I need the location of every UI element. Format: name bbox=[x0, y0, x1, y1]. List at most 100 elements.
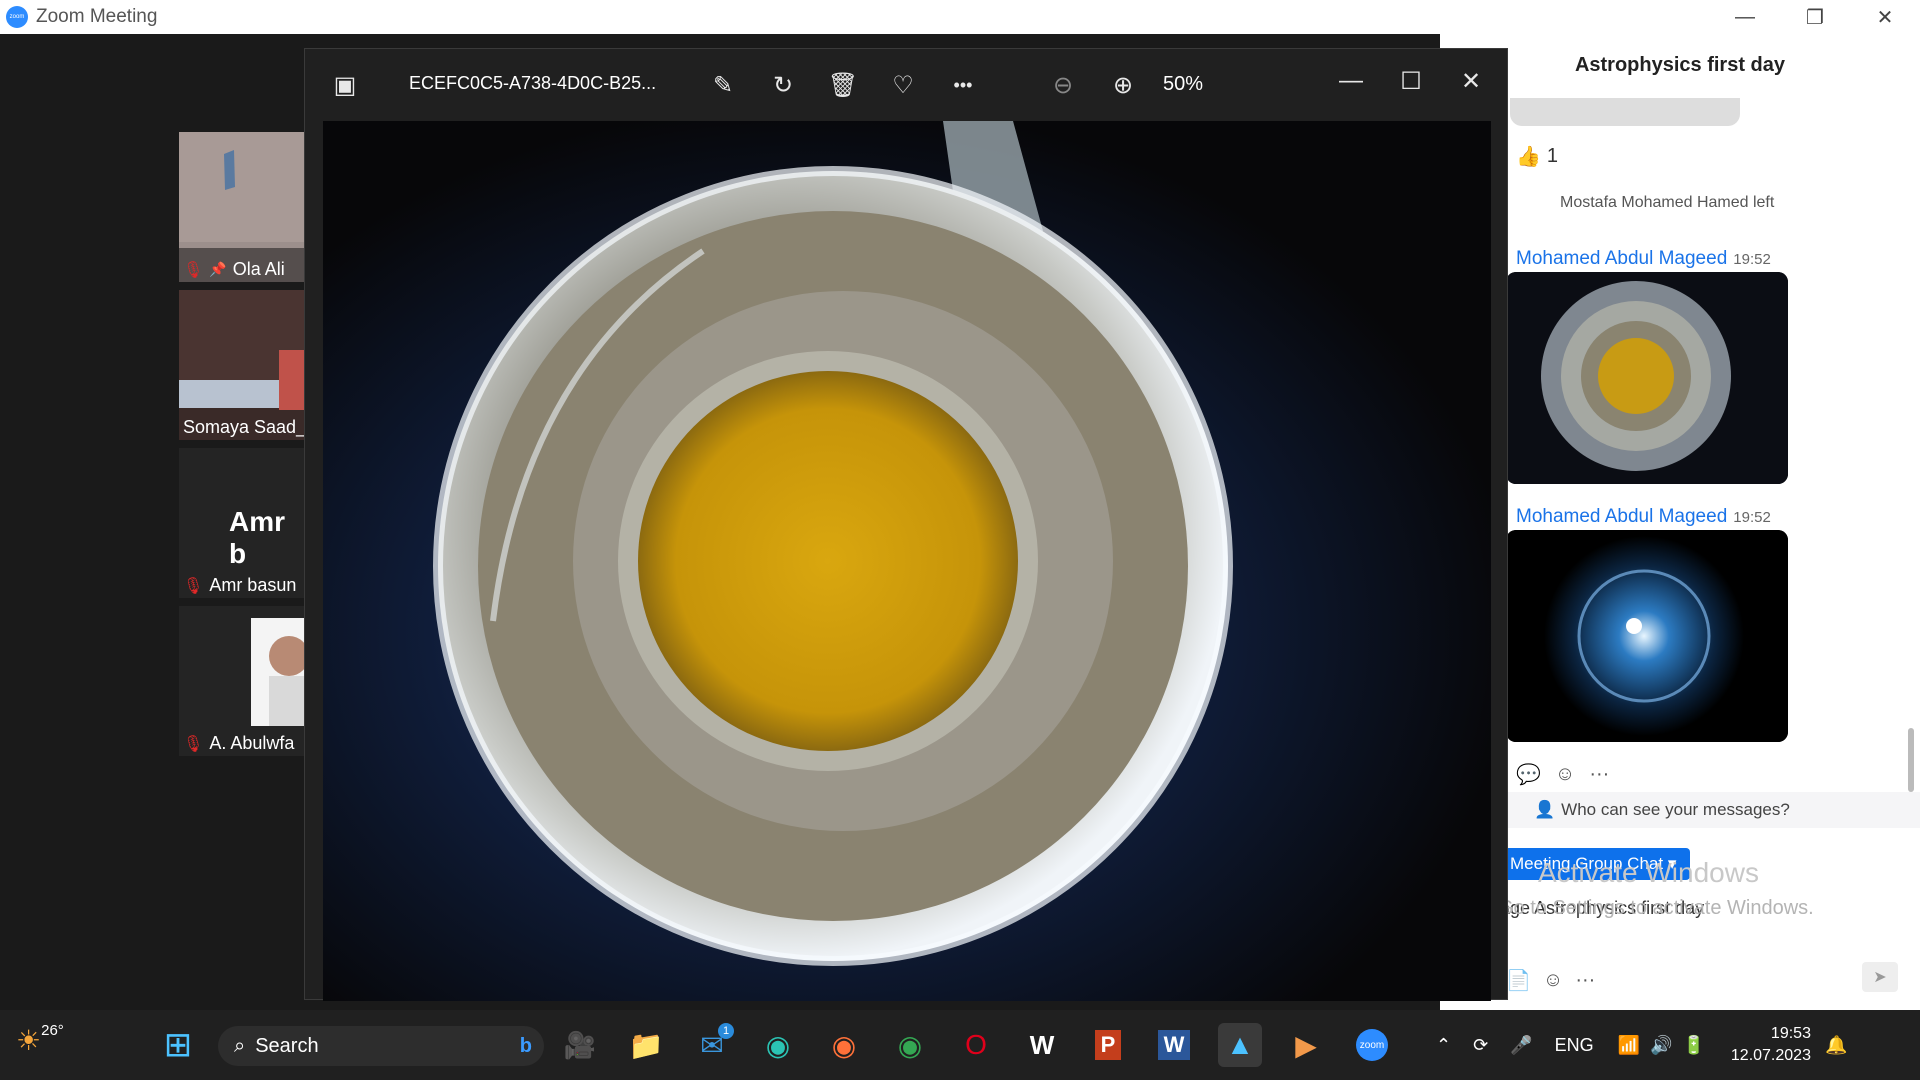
person-icon: 👤 bbox=[1534, 800, 1556, 819]
zoom-app-label: zoom bbox=[1356, 1029, 1388, 1061]
chat-image-thumbnail[interactable] bbox=[1506, 530, 1788, 742]
chat-image bbox=[1506, 530, 1788, 742]
photo-viewer-toolbar: ▣ ECEFC0C5-A738-4D0C-B25... ✎ ↻ 🗑 ♡ ••• … bbox=[305, 49, 1509, 121]
zoom-app-icon[interactable]: zoom bbox=[1350, 1023, 1394, 1067]
privacy-text: Who can see your messages? bbox=[1561, 800, 1790, 819]
add-reaction-icon[interactable]: ☺ bbox=[1555, 763, 1575, 786]
message-privacy-link[interactable]: 👤 Who can see your messages? bbox=[1496, 792, 1920, 828]
participant-tile[interactable]: Somaya Saad_ bbox=[179, 290, 305, 440]
bing-icon: b bbox=[519, 1034, 532, 1057]
weather-sun-icon: ☀ bbox=[16, 1025, 42, 1056]
muted-mic-icon: 🎙 bbox=[183, 261, 204, 279]
microphone-icon[interactable]: 🎤 bbox=[1510, 1035, 1532, 1056]
thumbs-up-icon: 👍 bbox=[1516, 146, 1541, 168]
mail-badge: 1 bbox=[718, 1023, 734, 1039]
chevron-up-icon[interactable]: ⌃ bbox=[1436, 1035, 1451, 1056]
chat-image bbox=[1506, 272, 1788, 484]
message-sender[interactable]: Mohamed Abdul Mageed 19:52 bbox=[1516, 506, 1771, 528]
search-label: Search bbox=[255, 1034, 319, 1057]
zoom-logo-icon: zoom bbox=[6, 6, 28, 28]
restore-button[interactable]: ❐ bbox=[1780, 0, 1850, 34]
chat-title: Astrophysics first day bbox=[1574, 54, 1786, 76]
muted-mic-icon: 🎙 bbox=[183, 577, 204, 595]
powerpoint-icon[interactable]: P bbox=[1086, 1023, 1130, 1067]
zoom-level[interactable]: 50% bbox=[1163, 73, 1203, 96]
zoom-in-icon[interactable]: ⊕ bbox=[1105, 67, 1141, 103]
sender-name[interactable]: Mohamed Abdul Mageed bbox=[1516, 506, 1727, 527]
window-title: Zoom Meeting bbox=[36, 6, 158, 27]
reaction-chip[interactable]: 👍 1 bbox=[1516, 144, 1558, 169]
more-options-icon[interactable]: ··· bbox=[1589, 763, 1609, 786]
participant-name: Amr basun bbox=[209, 575, 297, 595]
windows-logo-icon: ⊞ bbox=[163, 1026, 193, 1064]
watermark-title: Activate Windows bbox=[1538, 857, 1759, 888]
sync-icon[interactable]: ⟳ bbox=[1473, 1035, 1488, 1056]
favorite-heart-icon[interactable]: ♡ bbox=[885, 67, 921, 103]
zoom-out-icon[interactable]: ⊖ bbox=[1045, 67, 1081, 103]
maximize-button[interactable]: ☐ bbox=[1393, 63, 1429, 99]
chat-image-thumbnail[interactable] bbox=[1506, 272, 1788, 484]
start-button[interactable]: ⊞ bbox=[156, 1023, 200, 1067]
word-icon[interactable]: W bbox=[1152, 1023, 1196, 1067]
participant-tile[interactable]: 🎙 A. Abulwfa bbox=[179, 606, 305, 756]
language-indicator[interactable]: ENG bbox=[1555, 1035, 1594, 1056]
photos-app-icon[interactable]: ▲ bbox=[1218, 1023, 1262, 1067]
send-button[interactable]: ➤ bbox=[1862, 962, 1898, 992]
weather-temp: 26° bbox=[41, 1022, 64, 1039]
edge-icon[interactable]: ◉ bbox=[756, 1023, 800, 1067]
reply-icon[interactable]: 💬 bbox=[1516, 762, 1541, 787]
cup-photo bbox=[323, 121, 1491, 1001]
system-tray: ⌃ ⟳ 🎤 ENG 📶 🔊 🔋 19:53 12.07.2023 🔔 bbox=[1436, 1010, 1847, 1080]
participant-tile[interactable]: Amr b 🎙 Amr basun bbox=[179, 448, 305, 598]
activate-windows-watermark: Activate Windows Go to Settings to activ… bbox=[1498, 857, 1814, 920]
wifi-icon[interactable]: 📶 bbox=[1618, 1035, 1640, 1056]
participant-name: Somaya Saad_ bbox=[183, 417, 305, 437]
file-explorer-icon[interactable]: 📁 bbox=[624, 1023, 668, 1067]
close-button[interactable]: ✕ bbox=[1850, 0, 1920, 34]
zoom-title-bar: zoom Zoom Meeting — ❐ ✕ bbox=[0, 0, 1920, 34]
more-options-icon[interactable]: ••• bbox=[945, 67, 981, 103]
edit-image-icon[interactable]: ✎ bbox=[705, 67, 741, 103]
displayed-photo bbox=[323, 121, 1491, 1001]
close-button[interactable]: ✕ bbox=[1453, 63, 1489, 99]
chrome-icon[interactable]: ◉ bbox=[888, 1023, 932, 1067]
rotate-icon[interactable]: ↻ bbox=[765, 67, 801, 103]
message-sender[interactable]: Mohamed Abdul Mageed 19:52 bbox=[1516, 248, 1771, 270]
opera-icon[interactable]: O bbox=[954, 1023, 998, 1067]
send-icon: ➤ bbox=[1873, 969, 1887, 986]
muted-mic-icon: 🎙 bbox=[183, 735, 204, 753]
media-player-icon[interactable]: ▶ bbox=[1284, 1023, 1328, 1067]
photo-filename: ECEFC0C5-A738-4D0C-B25... bbox=[409, 73, 657, 93]
minimize-button[interactable]: — bbox=[1710, 0, 1780, 34]
more-options-icon[interactable]: ··· bbox=[1575, 969, 1595, 992]
participant-avatar-name: Amr b bbox=[229, 506, 286, 569]
teams-icon[interactable]: 🎥 bbox=[558, 1023, 602, 1067]
watermark-subtitle: Go to Settings to activate Windows. bbox=[1498, 897, 1814, 919]
sender-name[interactable]: Mohamed Abdul Mageed bbox=[1516, 248, 1727, 269]
participant-tile[interactable]: 🎙 📌 Ola Ali bbox=[179, 132, 305, 282]
minimize-button[interactable]: — bbox=[1333, 63, 1369, 99]
photo-viewer-window: ▣ ECEFC0C5-A738-4D0C-B25... ✎ ↻ 🗑 ♡ ••• … bbox=[304, 48, 1509, 1001]
delete-icon[interactable]: 🗑 bbox=[825, 67, 861, 103]
weather-widget[interactable]: ☀ 26° bbox=[16, 1022, 64, 1057]
message-time: 19:52 bbox=[1733, 251, 1771, 268]
app-w-icon[interactable]: W bbox=[1020, 1023, 1064, 1067]
reaction-count: 1 bbox=[1546, 145, 1559, 167]
taskbar: ☀ 26° ⊞ ⌕ Search b 🎥 📁 ✉ 1 ◉ ◉ ◉ O W P W… bbox=[0, 1010, 1920, 1080]
clock[interactable]: 19:53 12.07.2023 bbox=[1731, 1023, 1811, 1067]
mail-icon[interactable]: ✉ 1 bbox=[690, 1023, 734, 1067]
pin-icon: 📌 bbox=[209, 261, 227, 277]
battery-icon[interactable]: 🔋 bbox=[1682, 1035, 1704, 1056]
volume-icon[interactable]: 🔊 bbox=[1650, 1035, 1672, 1056]
emoji-icon[interactable]: ☺ bbox=[1543, 969, 1563, 992]
gallery-icon[interactable]: ▣ bbox=[327, 67, 363, 103]
search-icon: ⌕ bbox=[234, 1034, 246, 1057]
firefox-icon[interactable]: ◉ bbox=[822, 1023, 866, 1067]
file-icon[interactable]: 📄 bbox=[1506, 968, 1531, 993]
clock-time: 19:53 bbox=[1770, 1025, 1811, 1042]
previous-image-thumbnail[interactable] bbox=[1510, 98, 1740, 126]
chat-scrollbar[interactable] bbox=[1908, 728, 1914, 792]
notification-icon[interactable]: 🔔 bbox=[1825, 1035, 1847, 1056]
taskbar-search[interactable]: ⌕ Search b bbox=[218, 1026, 544, 1066]
participant-name: A. Abulwfa bbox=[209, 733, 295, 753]
